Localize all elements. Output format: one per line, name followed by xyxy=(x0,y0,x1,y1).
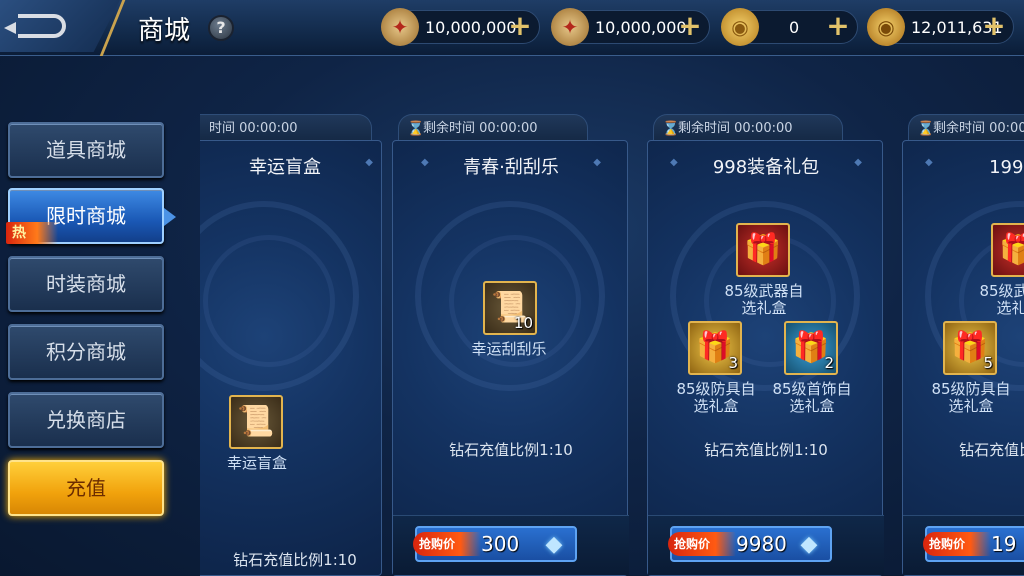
countdown-text: 剩余时间 00:00:00 xyxy=(933,121,1024,136)
sidebar-item-label: 兑换商店 xyxy=(46,408,126,432)
currency-gold-coin: ◉ 12,011,631 + xyxy=(867,8,1014,46)
reward-item[interactable]: 🎁 xyxy=(991,223,1024,277)
currency-scroll: ✦ 10,000,000 + xyxy=(381,8,540,46)
scroll-bundle-icon: 📜 xyxy=(237,404,275,439)
reward-item-name: 幸运盲盒 xyxy=(226,454,287,472)
countdown-tab: 时间 00:00:00 xyxy=(200,114,372,142)
scroll-icon: ✦ xyxy=(381,8,419,46)
hourglass-icon: ⌛ xyxy=(407,121,425,137)
recharge-ratio: 钻石充值比例1:10 xyxy=(959,441,1024,459)
shop-category-sidebar: 道具商城 限时商城 热 时装商城 积分商城 兑换商店 充值 xyxy=(0,56,200,576)
countdown-text: 时间 00:00:00 xyxy=(209,121,298,136)
add-coin-button[interactable]: + xyxy=(825,12,851,40)
reward-item-name: 幸运刮刮乐 xyxy=(471,340,547,358)
price-bar: 抢购价 19 xyxy=(903,515,1024,575)
reward-item[interactable]: 🎁 5 xyxy=(943,321,997,375)
sidebar-item-fashion-shop[interactable]: 时装商城 xyxy=(8,256,164,312)
diamond-decoration-icon: ◆ xyxy=(854,157,862,168)
offer-panel: ◆ 998装备礼包 ◆ 🎁 85级武器自选礼盒 🎁 3 85级防具自选礼盒 🎁 … xyxy=(647,140,884,576)
diamond-icon: ◆ xyxy=(545,532,563,557)
reward-item-name: 85级防具自选礼盒 xyxy=(931,380,1011,415)
countdown-text: 剩余时间 00:00:00 xyxy=(423,121,538,136)
sidebar-item-item-shop[interactable]: 道具商城 xyxy=(8,122,164,178)
gold-coin-icon: ◉ xyxy=(867,8,905,46)
offer-card: ⌛ 剩余时间 00:00:00 ◆ 青春·刮刮乐 ◆ 📜 10 幸运刮刮乐 钻石… xyxy=(392,112,632,576)
reward-item[interactable]: 📜 10 xyxy=(483,281,537,335)
recharge-ratio: 钻石充值比例1:10 xyxy=(233,551,357,569)
item-quantity: 3 xyxy=(728,354,738,372)
offer-panel: 幸运盲盒 ◆ 📜 幸运盲盒 钻石充值比例1:10 xyxy=(200,140,382,576)
add-scroll-button[interactable]: + xyxy=(507,12,533,40)
diamond-icon: ◆ xyxy=(800,532,818,557)
back-arrow-icon xyxy=(4,14,66,38)
diamond-decoration-icon: ◆ xyxy=(365,157,373,168)
coin-icon: ◉ xyxy=(721,8,759,46)
recharge-ratio: 钻石充值比例1:10 xyxy=(704,441,828,459)
red-chest-icon: 🎁 xyxy=(744,232,782,267)
sidebar-item-label: 限时商城 xyxy=(46,204,126,228)
sidebar-item-limited-shop[interactable]: 限时商城 热 xyxy=(6,188,176,244)
add-gold-coin-button[interactable]: + xyxy=(981,12,1007,40)
currency-coin: ◉ 0 + xyxy=(721,8,858,46)
red-chest-icon: 🎁 xyxy=(999,232,1024,267)
reward-item[interactable]: 📜 xyxy=(229,395,283,449)
limited-offer-cards: 时间 00:00:00 幸运盲盒 ◆ 📜 幸运盲盒 钻石充值比例1:10 ⌛ 剩… xyxy=(200,112,1024,576)
recharge-button[interactable]: 充值 xyxy=(8,460,164,516)
emblem-decoration xyxy=(200,201,359,391)
help-icon[interactable]: ? xyxy=(208,15,234,41)
offer-panel: ◆ 青春·刮刮乐 ◆ 📜 10 幸运刮刮乐 钻石充值比例1:10 抢购价 300… xyxy=(392,140,629,576)
sidebar-item-label: 道具商城 xyxy=(46,138,126,162)
recharge-label: 充值 xyxy=(66,476,106,500)
reward-item-name: 85级防具自选礼盒 xyxy=(676,380,756,415)
currency-value: 10,000,000 xyxy=(425,18,517,37)
page-title: 商城 xyxy=(138,16,191,46)
hourglass-icon: ⌛ xyxy=(662,121,680,137)
reward-item[interactable]: 🎁 3 xyxy=(688,321,742,375)
flash-price-tag: 抢购价 xyxy=(923,532,991,556)
currency-value: 0 xyxy=(789,18,800,37)
item-quantity: 5 xyxy=(983,354,993,372)
offer-title: 998装备礼包 xyxy=(712,157,820,178)
reward-item-name: 85级武器自选礼盒 xyxy=(979,282,1024,317)
countdown-text: 剩余时间 00:00:00 xyxy=(678,121,793,136)
countdown-tab: ⌛ 剩余时间 00:00:00 xyxy=(908,114,1024,142)
reward-item[interactable]: 🎁 2 xyxy=(784,321,838,375)
buy-button[interactable]: 抢购价 9980 ◆ xyxy=(668,526,832,562)
hourglass-icon: ⌛ xyxy=(917,121,935,137)
price-bar: 抢购价 300 ◆ xyxy=(393,515,629,575)
price-bar: 抢购价 9980 ◆ xyxy=(648,515,884,575)
top-bar: 商城 ? ✦ 10,000,000 + ✦ 10,000,000 + ◉ 0 +… xyxy=(0,0,1024,56)
offer-panel: ◆ 1998装 🎁 85级武器自选礼盒 🎁 5 85级防具自选礼盒 钻石充值比例… xyxy=(902,140,1024,576)
sidebar-item-label: 积分商城 xyxy=(46,340,126,364)
buy-button[interactable]: 抢购价 19 xyxy=(923,526,1024,562)
item-quantity: 2 xyxy=(824,354,834,372)
reward-item[interactable]: 🎁 xyxy=(736,223,790,277)
countdown-tab: ⌛ 剩余时间 00:00:00 xyxy=(398,114,588,142)
currency-locked-scroll: ✦ 10,000,000 + xyxy=(551,8,710,46)
sidebar-item-points-shop[interactable]: 积分商城 xyxy=(8,324,164,380)
price-value: 19 xyxy=(991,532,1017,556)
offer-card: ⌛ 剩余时间 00:00:00 ◆ 998装备礼包 ◆ 🎁 85级武器自选礼盒 … xyxy=(647,112,887,576)
sidebar-item-exchange-shop[interactable]: 兑换商店 xyxy=(8,392,164,448)
reward-item-name: 85级武器自选礼盒 xyxy=(724,282,804,317)
countdown-tab: ⌛ 剩余时间 00:00:00 xyxy=(653,114,843,142)
buy-button[interactable]: 抢购价 300 ◆ xyxy=(413,526,577,562)
sidebar-item-label: 时装商城 xyxy=(46,272,126,296)
diamond-decoration-icon: ◆ xyxy=(593,157,601,168)
item-quantity: 10 xyxy=(513,314,533,332)
recharge-ratio: 钻石充值比例1:10 xyxy=(449,441,573,459)
add-locked-scroll-button[interactable]: + xyxy=(677,12,703,40)
flash-price-tag: 抢购价 xyxy=(413,532,481,556)
offer-card: ⌛ 剩余时间 00:00:00 ◆ 1998装 🎁 85级武器自选礼盒 🎁 5 … xyxy=(902,112,1024,576)
hot-badge: 热 xyxy=(6,222,58,244)
locked-scroll-icon: ✦ xyxy=(551,8,589,46)
price-value: 300 xyxy=(481,532,520,556)
reward-item-name: 85级首饰自选礼盒 xyxy=(772,380,852,415)
offer-card: 时间 00:00:00 幸运盲盒 ◆ 📜 幸运盲盒 钻石充值比例1:10 xyxy=(200,112,386,576)
price-value: 9980 xyxy=(736,532,787,556)
currency-value: 10,000,000 xyxy=(595,18,687,37)
offer-title: 1998装 xyxy=(989,157,1024,178)
flash-price-tag: 抢购价 xyxy=(668,532,736,556)
